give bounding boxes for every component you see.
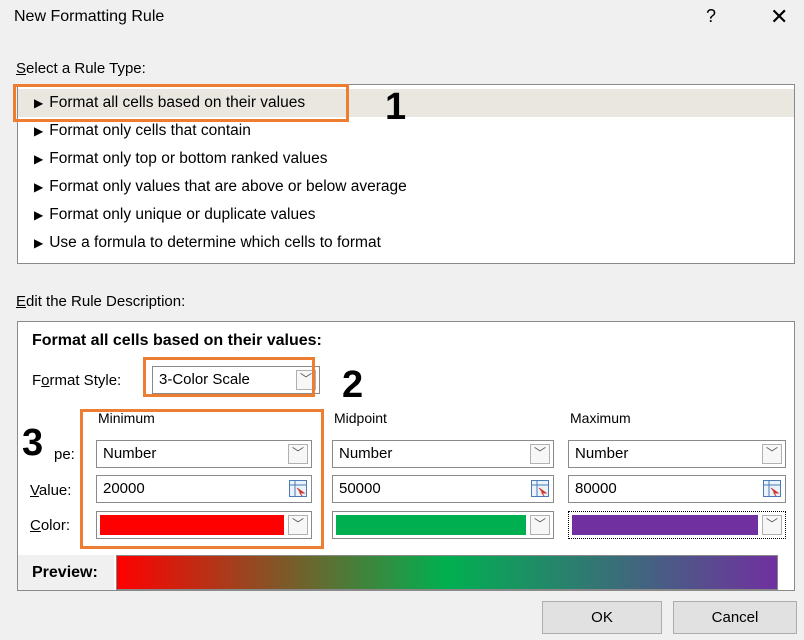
callout-box-1: [13, 84, 349, 122]
color-swatch: [572, 515, 758, 535]
expand-triangle-icon: ▶: [34, 124, 44, 138]
chevron-down-icon: ﹀: [762, 444, 782, 464]
maximum-color-select[interactable]: ﹀: [568, 511, 786, 539]
chevron-down-icon: ﹀: [530, 515, 550, 535]
maximum-type-select[interactable]: Number ﹀: [568, 440, 786, 468]
callout-box-2: [143, 357, 315, 397]
value-row-label: Value:: [30, 482, 72, 499]
callout-box-3: [80, 409, 324, 549]
rule-type-item[interactable]: ▶ Format only top or bottom ranked values: [18, 145, 794, 173]
annotation-number-3: 3: [22, 422, 44, 464]
close-icon: ✕: [770, 4, 789, 29]
dialog-title: New Formatting Rule: [14, 8, 165, 25]
help-button[interactable]: ?: [706, 6, 716, 27]
expand-triangle-icon: ▶: [34, 180, 44, 194]
midpoint-value-field[interactable]: 50000: [332, 475, 554, 503]
annotation-number-1: 1: [385, 86, 407, 128]
expand-triangle-icon: ▶: [34, 208, 44, 222]
expand-triangle-icon: ▶: [34, 236, 44, 250]
color-swatch: [336, 515, 526, 535]
midpoint-color-select[interactable]: ﹀: [332, 511, 554, 539]
range-picker-icon[interactable]: [531, 480, 549, 497]
color-row-label: Color:: [30, 517, 71, 534]
description-heading: Format all cells based on their values:: [32, 332, 322, 349]
close-button[interactable]: ✕: [770, 4, 788, 30]
midpoint-header: Midpoint: [334, 410, 387, 426]
expand-triangle-icon: ▶: [34, 152, 44, 166]
rule-type-item[interactable]: ▶ Format only unique or duplicate values: [18, 201, 794, 229]
format-style-label: Format Style:: [32, 372, 122, 389]
midpoint-type-select[interactable]: Number ﹀: [332, 440, 554, 468]
maximum-value-field[interactable]: 80000: [568, 475, 786, 503]
range-picker-icon[interactable]: [763, 480, 781, 497]
rule-type-item[interactable]: ▶ Use a formula to determine which cells …: [18, 229, 794, 257]
type-row-label: pe:: [54, 446, 75, 463]
rule-type-item[interactable]: ▶ Format only values that are above or be…: [18, 173, 794, 201]
select-rule-type-label: Select a Rule Type:: [16, 60, 146, 77]
maximum-header: Maximum: [570, 410, 631, 426]
preview-label: Preview:: [18, 555, 114, 590]
chevron-down-icon: ﹀: [530, 444, 550, 464]
preview-gradient: [116, 555, 778, 590]
edit-rule-description-label: Edit the Rule Description:: [16, 293, 186, 310]
annotation-number-2: 2: [342, 364, 364, 406]
ok-button[interactable]: OK: [542, 601, 662, 634]
cancel-button[interactable]: Cancel: [673, 601, 797, 634]
chevron-down-icon: ﹀: [762, 515, 782, 535]
